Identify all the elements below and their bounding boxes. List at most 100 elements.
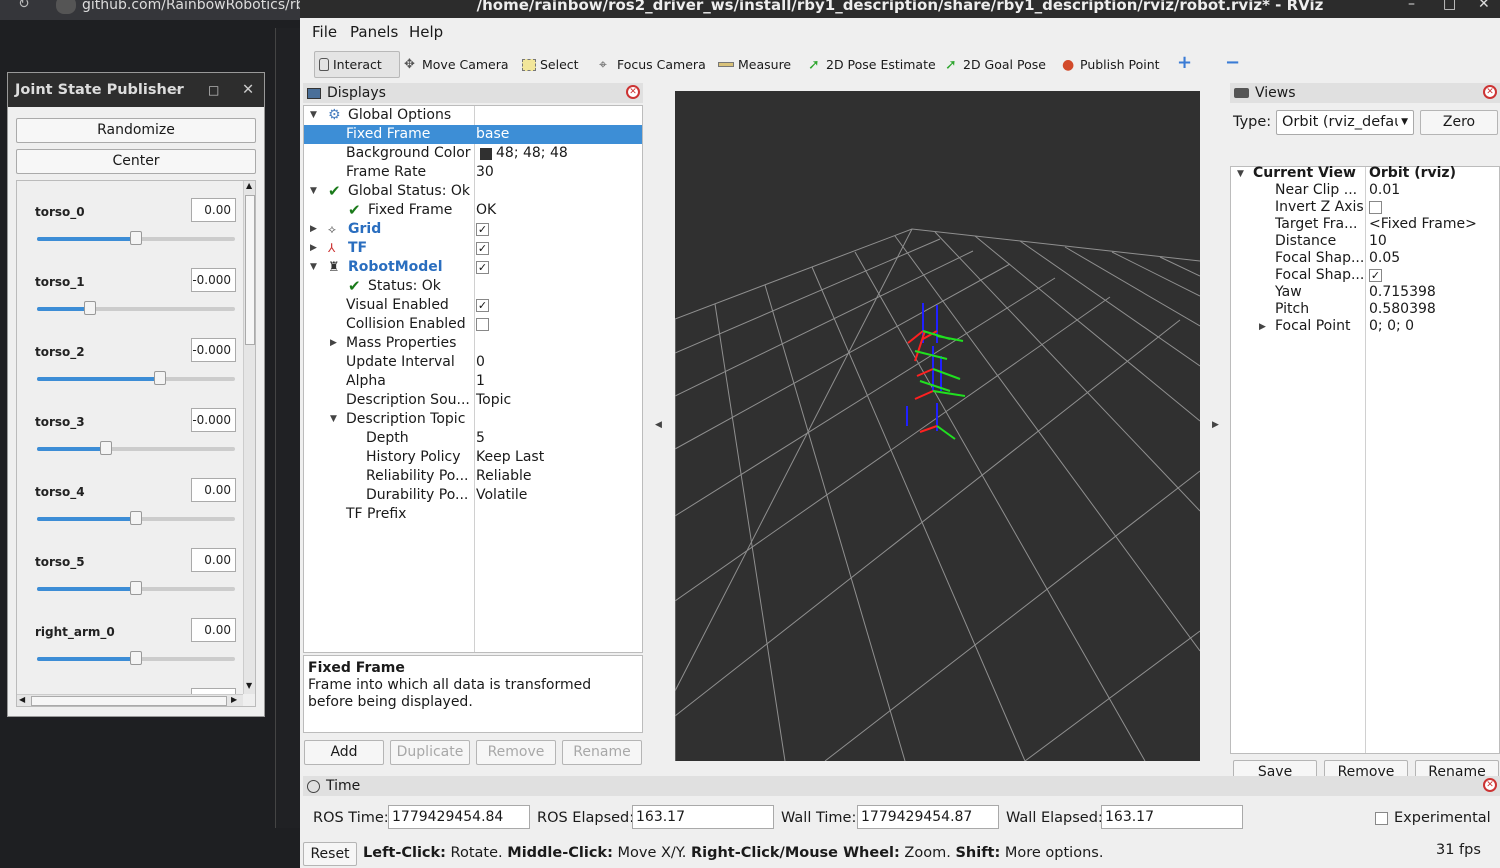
tree-row-durability-policy[interactable]: Durability Po... Volatile: [304, 486, 642, 505]
slider-handle[interactable]: [84, 301, 97, 315]
scroll-thumb[interactable]: [245, 195, 255, 345]
tree-row-alpha[interactable]: Alpha 1: [304, 372, 642, 391]
joint-slider[interactable]: [37, 511, 235, 525]
view-row-current-view[interactable]: ▼ Current View Orbit (rviz): [1231, 165, 1499, 182]
close-window-button[interactable]: ✕: [1478, 0, 1490, 12]
expand-right-icon[interactable]: ▶: [310, 220, 317, 239]
menu-panels[interactable]: Panels: [350, 23, 398, 41]
vertical-scrollbar[interactable]: ▲ ▼: [243, 181, 255, 694]
expand-down-icon[interactable]: ▼: [310, 258, 317, 277]
horizontal-scrollbar[interactable]: ◀ ▶: [17, 694, 243, 706]
invert-z-checkbox[interactable]: [1369, 201, 1382, 214]
browser-url[interactable]: github.com/RainbowRobotics/rby: [82, 0, 313, 13]
view-row[interactable]: Pitch 0.580398: [1231, 301, 1499, 318]
ros-time-field[interactable]: 1779429454.84: [388, 805, 530, 829]
view-row[interactable]: ▶ Focal Point 0; 0; 0: [1231, 318, 1499, 335]
randomize-button[interactable]: Randomize: [16, 118, 256, 143]
view-row[interactable]: Focal Shap... ✓: [1231, 267, 1499, 284]
tree-value[interactable]: 48; 48; 48: [496, 144, 568, 163]
remove-display-button[interactable]: Remove: [476, 740, 556, 765]
robot-model-enabled-checkbox[interactable]: ✓: [476, 261, 489, 274]
tree-row-status-ok[interactable]: ✔ Status: Ok: [304, 277, 642, 296]
view-value[interactable]: 0.01: [1369, 182, 1400, 199]
tf-enabled-checkbox[interactable]: ✓: [476, 242, 489, 255]
wall-time-field[interactable]: 1779429454.87: [857, 805, 999, 829]
tree-row-reliability-policy[interactable]: Reliability Po... Reliable: [304, 467, 642, 486]
tree-row-description-topic[interactable]: ▼ Description Topic: [304, 410, 642, 429]
tree-row-global-options[interactable]: ▼ ⚙ Global Options: [304, 106, 642, 125]
collision-enabled-checkbox[interactable]: [476, 318, 489, 331]
joint-slider[interactable]: [37, 441, 235, 455]
tree-row-fixed-frame[interactable]: Fixed Frame base: [304, 125, 642, 144]
view-row[interactable]: Yaw 0.715398: [1231, 284, 1499, 301]
tree-row-frame-rate[interactable]: Frame Rate 30: [304, 163, 642, 182]
tree-row-collision-enabled[interactable]: Collision Enabled: [304, 315, 642, 334]
tool-move-camera[interactable]: ✥ Move Camera: [400, 51, 513, 78]
grid-enabled-checkbox[interactable]: ✓: [476, 223, 489, 236]
joint-value-field[interactable]: 0.00: [191, 198, 236, 222]
close-panel-icon[interactable]: ✕: [1483, 85, 1497, 99]
slider-handle[interactable]: [130, 651, 142, 665]
view-row[interactable]: Invert Z Axis: [1231, 199, 1499, 216]
center-button[interactable]: Center: [16, 149, 256, 174]
minimize-button[interactable]: –: [174, 73, 181, 107]
tree-row-depth[interactable]: Depth 5: [304, 429, 642, 448]
tool-interact[interactable]: Interact: [314, 51, 400, 78]
view-value[interactable]: 0; 0; 0: [1369, 318, 1414, 335]
expand-down-icon[interactable]: ▼: [310, 182, 317, 201]
tool-publish-point[interactable]: ● Publish Point: [1058, 51, 1164, 78]
close-panel-icon[interactable]: ✕: [626, 85, 640, 99]
tree-value[interactable]: Volatile: [476, 486, 527, 505]
joint-value-field[interactable]: 0.00: [191, 478, 236, 502]
visual-enabled-checkbox[interactable]: ✓: [476, 299, 489, 312]
scroll-up-icon[interactable]: ▲: [246, 181, 252, 190]
joint-value-field[interactable]: 0.00: [191, 548, 236, 572]
slider-handle[interactable]: [130, 511, 142, 525]
close-window-button[interactable]: ✕: [242, 73, 254, 107]
tree-value[interactable]: 5: [476, 429, 485, 448]
view-value[interactable]: 0.580398: [1369, 301, 1436, 318]
joint-slider[interactable]: [37, 651, 235, 665]
color-swatch[interactable]: [480, 148, 492, 160]
tool-focus-camera[interactable]: ⌖ Focus Camera: [595, 51, 710, 78]
focal-shape-checkbox[interactable]: ✓: [1369, 269, 1382, 282]
maximize-button[interactable]: □: [208, 73, 219, 107]
close-panel-icon[interactable]: ✕: [1483, 778, 1497, 792]
scroll-down-icon[interactable]: ▼: [246, 681, 252, 690]
expand-down-icon[interactable]: ▼: [1237, 166, 1244, 183]
tree-row-mass-properties[interactable]: ▶ Mass Properties: [304, 334, 642, 353]
tree-row-tf-prefix[interactable]: TF Prefix: [304, 505, 642, 524]
expand-right-icon[interactable]: ▶: [330, 334, 337, 353]
joint-slider[interactable]: [37, 301, 235, 315]
tree-row-global-status[interactable]: ▼ ✔ Global Status: Ok: [304, 182, 642, 201]
add-tool-button[interactable]: +: [1177, 52, 1192, 73]
view-value[interactable]: 0.05: [1369, 250, 1400, 267]
expand-down-icon[interactable]: ▼: [330, 410, 337, 429]
expand-down-icon[interactable]: ▼: [310, 106, 317, 125]
joint-slider[interactable]: [37, 371, 235, 385]
zero-view-button[interactable]: Zero: [1420, 110, 1498, 135]
tree-row-description-source[interactable]: Description Sou... Topic: [304, 391, 642, 410]
tree-value[interactable]: Keep Last: [476, 448, 544, 467]
maximize-button[interactable]: □: [1443, 0, 1456, 12]
tree-value[interactable]: 30: [476, 163, 494, 182]
menu-file[interactable]: File: [312, 23, 337, 41]
tool-2d-pose-estimate[interactable]: ➚ 2D Pose Estimate: [804, 51, 940, 78]
tree-row-robot-model[interactable]: ▼ ♜ RobotModel ✓: [304, 258, 642, 277]
ros-elapsed-field[interactable]: 163.17: [632, 805, 774, 829]
collapse-right-icon[interactable]: ▶: [1212, 420, 1219, 430]
tree-value[interactable]: Reliable: [476, 467, 531, 486]
reload-icon[interactable]: ↻: [18, 0, 30, 12]
scroll-left-icon[interactable]: ◀: [19, 695, 25, 704]
joint-slider[interactable]: [37, 581, 235, 595]
3d-viewport[interactable]: [674, 91, 1201, 762]
view-type-dropdown[interactable]: Orbit (rviz_defau ▼: [1276, 110, 1414, 135]
wall-elapsed-field[interactable]: 163.17: [1101, 805, 1243, 829]
tree-row-grid[interactable]: ▶ ⟡ Grid ✓: [304, 220, 642, 239]
tree-value[interactable]: 1: [476, 372, 485, 391]
add-display-button[interactable]: Add: [304, 740, 384, 765]
rename-display-button[interactable]: Rename: [562, 740, 642, 765]
scroll-right-icon[interactable]: ▶: [231, 695, 237, 704]
view-row[interactable]: Distance 10: [1231, 233, 1499, 250]
minimize-button[interactable]: –: [1408, 0, 1415, 12]
